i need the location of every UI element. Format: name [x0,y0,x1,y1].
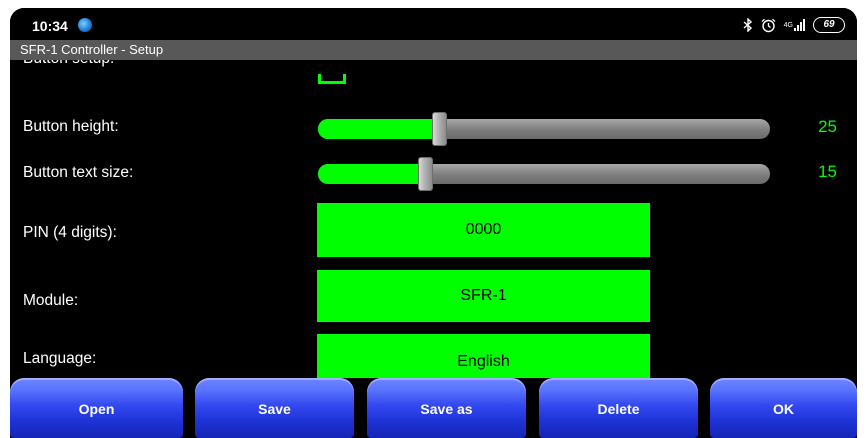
slider-thumb[interactable] [418,157,433,191]
button-height-value: 25 [818,117,837,136]
bluetooth-icon [743,18,753,32]
signal-4g-icon: 4G [784,19,805,31]
slider-fill [318,164,426,184]
module-field[interactable]: SFR-1 [317,270,650,322]
save-as-button[interactable]: Save as [367,378,526,438]
network-type: 4G [783,21,793,29]
button-text-size-slider[interactable] [318,157,770,191]
button-text-size-value: 15 [818,162,837,181]
button-height-slider[interactable] [318,112,770,146]
slider-fill [318,119,440,139]
button-text-size-label: Button text size: [23,164,134,181]
language-field[interactable]: English [317,334,650,378]
status-icons: 4G 69 [743,16,845,34]
pin-label: PIN (4 digits): [23,224,117,241]
settings-list[interactable]: Button setup: Button height: 25 Button t… [10,60,857,378]
status-time: 10:34 [32,18,68,34]
open-button[interactable]: Open [10,378,183,438]
action-bar: Open Save Save as Delete OK [10,378,857,438]
module-label: Module: [23,292,79,309]
phone-screen: 10:34 4G 69 SFR-1 Controller - Setup But… [10,8,857,438]
language-label: Language: [23,350,97,367]
app-title-bar: SFR-1 Controller - Setup [10,40,857,60]
browser-globe-icon [78,18,92,32]
status-bar: 10:34 4G 69 [10,8,857,40]
button-setup-label: Button setup: [23,60,114,68]
delete-button[interactable]: Delete [539,378,698,438]
ok-button[interactable]: OK [710,378,857,438]
pin-field[interactable]: 0000 [317,203,650,257]
save-button[interactable]: Save [195,378,354,438]
slider-thumb[interactable] [432,112,447,146]
button-setup-checkbox[interactable] [318,74,346,84]
alarm-clock-icon [761,18,776,33]
button-height-label: Button height: [23,118,119,135]
battery-icon: 69 [813,17,845,33]
